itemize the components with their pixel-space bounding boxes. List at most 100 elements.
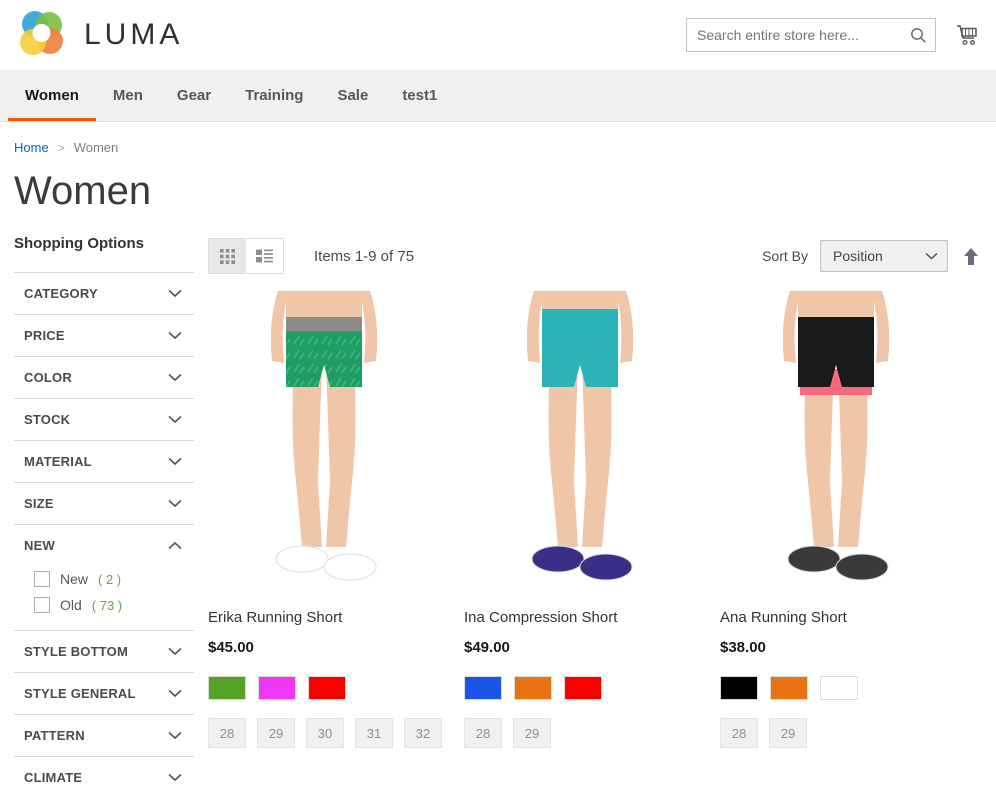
- filter-header-color[interactable]: COLOR: [14, 357, 194, 398]
- sort-direction-button[interactable]: [960, 243, 982, 269]
- checkbox[interactable]: [34, 597, 50, 613]
- search-box[interactable]: [686, 18, 936, 52]
- logo-text: LUMA: [84, 18, 184, 51]
- chevron-down-icon: [168, 457, 182, 466]
- filter-option-new[interactable]: New ( 2 ): [34, 566, 194, 592]
- filter-label: NEW: [24, 538, 55, 553]
- color-swatches: [720, 676, 952, 700]
- filter-section: NEW New ( 2 ) Old ( 73 ): [14, 524, 194, 630]
- product-name[interactable]: Ana Running Short: [720, 609, 952, 626]
- nav-item-training[interactable]: Training: [228, 70, 320, 121]
- nav-item-sale[interactable]: Sale: [320, 70, 385, 121]
- chevron-down-icon: [168, 499, 182, 508]
- filter-option-label: New: [60, 571, 89, 587]
- chevron-down-icon: [168, 289, 182, 298]
- filter-label: COLOR: [24, 370, 72, 385]
- color-swatch[interactable]: [464, 676, 502, 700]
- filter-label: STOCK: [24, 412, 71, 427]
- size-option[interactable]: 29: [513, 718, 551, 748]
- filter-section: STYLE BOTTOM: [14, 630, 194, 672]
- color-swatch[interactable]: [258, 676, 296, 700]
- filter-option-count: ( 73 ): [91, 597, 123, 613]
- chevron-down-icon: [925, 252, 938, 260]
- filter-label: PATTERN: [24, 728, 85, 743]
- product-image[interactable]: [464, 291, 696, 591]
- product-card: Erika Running Short $45.00 28 29 30 31 32: [208, 291, 442, 748]
- sort-by-select[interactable]: Position: [820, 240, 948, 272]
- product-image[interactable]: [208, 291, 440, 591]
- logo[interactable]: LUMA: [14, 9, 183, 61]
- nav-item-men[interactable]: Men: [96, 70, 160, 121]
- nav-item-women[interactable]: Women: [8, 70, 96, 121]
- grid-view-icon: [220, 248, 235, 264]
- color-swatches: [208, 676, 440, 700]
- filter-header-category[interactable]: CATEGORY: [14, 273, 194, 314]
- nav-item-label: Sale: [337, 87, 369, 104]
- filter-header-climate[interactable]: CLIMATE: [14, 757, 194, 798]
- filter-header-size[interactable]: SIZE: [14, 483, 194, 524]
- nav-item-gear[interactable]: Gear: [160, 70, 228, 121]
- list-view-button[interactable]: [246, 239, 283, 273]
- color-swatch[interactable]: [208, 676, 246, 700]
- nav-item-test1[interactable]: test1: [385, 70, 454, 121]
- product-name[interactable]: Ina Compression Short: [464, 609, 696, 626]
- color-swatch[interactable]: [564, 676, 602, 700]
- nav-item-label: Women: [25, 87, 79, 104]
- filter-header-material[interactable]: MATERIAL: [14, 441, 194, 482]
- list-view-icon: [256, 249, 273, 263]
- search-button[interactable]: [907, 24, 929, 46]
- filter-label: STYLE GENERAL: [24, 686, 136, 701]
- filter-header-stock[interactable]: STOCK: [14, 399, 194, 440]
- size-options: 28 29: [720, 718, 952, 748]
- color-swatch[interactable]: [720, 676, 758, 700]
- filter-section: COLOR: [14, 356, 194, 398]
- chevron-down-icon: [168, 415, 182, 424]
- chevron-down-icon: [168, 689, 182, 698]
- color-swatch[interactable]: [514, 676, 552, 700]
- filter-header-new[interactable]: NEW: [14, 525, 194, 566]
- size-option[interactable]: 28: [208, 718, 246, 748]
- product-name[interactable]: Erika Running Short: [208, 609, 440, 626]
- breadcrumb-home[interactable]: Home: [14, 140, 49, 155]
- sort-controls: Sort By Position: [762, 240, 982, 272]
- chevron-down-icon: [168, 773, 182, 782]
- product-image[interactable]: [720, 291, 952, 591]
- view-mode-switch: [208, 238, 284, 274]
- color-swatch[interactable]: [770, 676, 808, 700]
- filter-section: CLIMATE: [14, 756, 194, 798]
- size-option[interactable]: 28: [464, 718, 502, 748]
- size-option[interactable]: 28: [720, 718, 758, 748]
- filters-sidebar: Shopping Options CATEGORY PRICE COLOR STOCK…: [14, 213, 194, 798]
- product-photo-svg: [720, 291, 952, 591]
- filter-section: PATTERN: [14, 714, 194, 756]
- nav-item-label: Training: [245, 87, 304, 104]
- size-options: 28 29 30 31 32: [208, 718, 442, 748]
- size-option[interactable]: 29: [257, 718, 295, 748]
- nav-item-label: Men: [112, 87, 143, 104]
- cart-button[interactable]: [952, 18, 982, 52]
- chevron-up-icon: [168, 541, 182, 550]
- luma-logo-icon: [20, 11, 63, 55]
- filter-header-pattern[interactable]: PATTERN: [14, 715, 194, 756]
- color-swatch[interactable]: [820, 676, 858, 700]
- filter-section: PRICE: [14, 314, 194, 356]
- product-card: Ana Running Short $38.00 28 29: [720, 291, 952, 748]
- breadcrumb-current: Women: [73, 140, 119, 155]
- filter-header-style-general[interactable]: STYLE GENERAL: [14, 673, 194, 714]
- size-option[interactable]: 30: [306, 718, 344, 748]
- filter-header-style-bottom[interactable]: STYLE BOTTOM: [14, 631, 194, 672]
- color-swatch[interactable]: [308, 676, 346, 700]
- search-input[interactable]: [697, 27, 907, 43]
- grid-view-button[interactable]: [209, 239, 246, 273]
- product-price: $38.00: [720, 639, 766, 656]
- size-option[interactable]: 32: [404, 718, 442, 748]
- checkbox[interactable]: [34, 571, 50, 587]
- filter-section: STOCK: [14, 398, 194, 440]
- breadcrumb-separator-icon: >: [57, 140, 65, 155]
- size-option[interactable]: 31: [355, 718, 393, 748]
- size-option[interactable]: 29: [769, 718, 807, 748]
- chevron-down-icon: [168, 331, 182, 340]
- filter-option-old[interactable]: Old ( 73 ): [34, 592, 194, 618]
- filter-header-price[interactable]: PRICE: [14, 315, 194, 356]
- color-swatches: [464, 676, 696, 700]
